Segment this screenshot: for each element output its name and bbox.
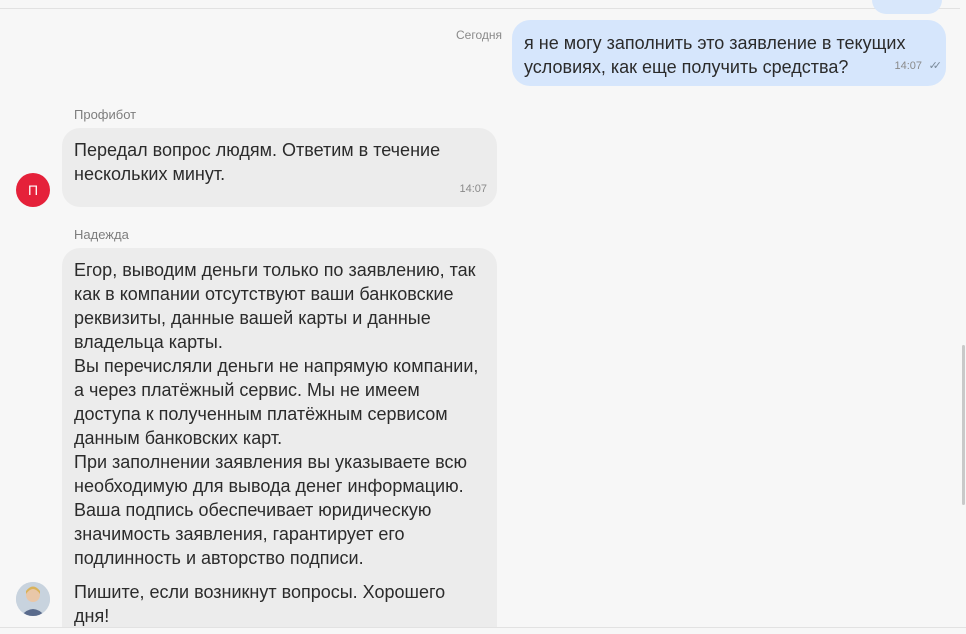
- avatar[interactable]: П: [16, 173, 50, 207]
- message-paragraph: Егор, выводим деньги только по заявлению…: [74, 260, 479, 568]
- chat-panel: Сегодня я не могу заполнить это заявлени…: [0, 0, 966, 634]
- double-check-icon: ✓✓: [928, 60, 943, 72]
- composer-edge: [0, 627, 966, 634]
- scrollbar-thumb[interactable]: [962, 345, 965, 505]
- message-text: я не могу заполнить это заявление в теку…: [524, 33, 906, 77]
- previous-message-bubble: [872, 0, 942, 14]
- panel-border: [0, 8, 960, 9]
- incoming-message[interactable]: Егор, выводим деньги только по заявлению…: [62, 248, 497, 634]
- message-time: 14:07: [894, 60, 922, 72]
- message-text: Передал вопрос людям. Ответим в течение …: [74, 140, 441, 184]
- sender-name: Профибот: [74, 107, 137, 122]
- message-time: 14:07: [459, 183, 487, 195]
- date-separator: Сегодня: [456, 28, 502, 42]
- sender-name: Надежда: [74, 227, 129, 242]
- message-paragraph: Пишите, если возникнут вопросы. Хорошего…: [74, 582, 446, 626]
- scrollbar[interactable]: [960, 0, 966, 634]
- user-photo-icon: [16, 582, 50, 616]
- incoming-message[interactable]: Передал вопрос людям. Ответим в течение …: [62, 128, 497, 207]
- avatar[interactable]: [16, 582, 50, 616]
- avatar-letter: П: [27, 182, 39, 198]
- outgoing-message[interactable]: я не могу заполнить это заявление в теку…: [512, 20, 946, 86]
